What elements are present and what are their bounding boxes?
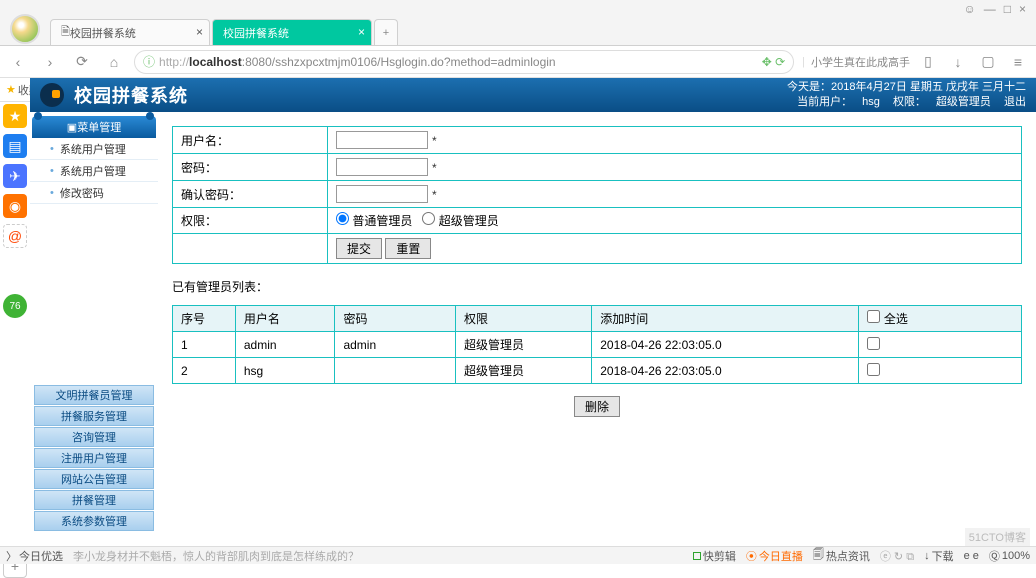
password-input[interactable] — [336, 158, 428, 176]
sidebar-item[interactable]: 拼餐服务管理 — [34, 406, 154, 426]
th-time: 添加时间 — [592, 306, 859, 332]
status-hot[interactable]: 李小龙身材并不魁梧，惊人的背部肌肉到底是怎样练成的？ — [73, 548, 359, 564]
url-text: http://localhost:8080/sshzxpcxtmjm0106/H… — [159, 55, 762, 69]
page-icon: 🗎 — [61, 23, 70, 42]
sidebar-item-users-2[interactable]: 系统用户管理 — [30, 160, 158, 182]
th-pass: 密码 — [335, 306, 456, 332]
pip-icon[interactable]: ▢ — [976, 50, 1000, 74]
delete-button[interactable]: 删除 — [574, 396, 620, 417]
avatar[interactable] — [10, 14, 40, 44]
password-label: 密码： — [173, 154, 328, 181]
username-input[interactable] — [336, 131, 428, 149]
ribbon-doc-icon[interactable]: ▤ — [3, 134, 27, 158]
sidebar-group2: 文明拼餐员管理 拼餐服务管理 咨询管理 注册用户管理 网站公告管理 拼餐管理 系… — [30, 384, 158, 532]
row-checkbox[interactable] — [867, 337, 880, 350]
form-table: 用户名： * 密码： * 确认密码： * 权限： 普通管理员 超级管理员 提交 — [172, 126, 1022, 264]
th-no: 序号 — [173, 306, 236, 332]
phone-icon[interactable]: ▯ — [916, 50, 940, 74]
sidebar-item-password[interactable]: 修改密码 — [30, 182, 158, 204]
menu-icon[interactable]: ≡ — [1006, 50, 1030, 74]
app-header: 校园拼餐系统 今天是：2018年4月27日 星期五 戊戌年 三月十二 当前用户：… — [30, 78, 1036, 112]
shield-icon[interactable]: ✥ ⟳ — [762, 55, 785, 69]
sidebar-item[interactable]: 咨询管理 — [34, 427, 154, 447]
admin-table: 序号 用户名 密码 权限 添加时间 全选 1 admin admin 超级管理员… — [172, 305, 1022, 384]
confirm-input[interactable] — [336, 185, 428, 203]
watermark: 51CTO博客 — [965, 528, 1030, 546]
sidebar-item-users[interactable]: 系统用户管理 — [30, 138, 158, 160]
required-star: * — [432, 161, 437, 175]
perm-super-radio[interactable]: 超级管理员 — [422, 214, 498, 228]
select-all-checkbox[interactable] — [867, 310, 880, 323]
search-hint[interactable]: 小学生真在此成高手 — [811, 54, 910, 70]
logout-link[interactable]: 退出 — [1004, 96, 1026, 108]
status-zoom[interactable]: Ⓠ 100% — [989, 548, 1030, 564]
th-all: 全选 — [859, 306, 1022, 332]
forward-button[interactable]: › — [38, 50, 62, 74]
close-icon[interactable]: × — [1019, 2, 1026, 16]
th-user: 用户名 — [235, 306, 335, 332]
sidebar-item[interactable]: 注册用户管理 — [34, 448, 154, 468]
status-item[interactable]: 🗐 热点资讯 — [813, 546, 870, 565]
sidebar-item[interactable]: 网站公告管理 — [34, 469, 154, 489]
window-controls: ☺ — □ × — [0, 0, 1036, 18]
status-item[interactable]: e e — [964, 550, 979, 562]
submit-button[interactable]: 提交 — [336, 238, 382, 259]
confirm-label: 确认密码： — [173, 181, 328, 208]
close-tab-icon[interactable]: × — [358, 25, 365, 39]
app-title: 校园拼餐系统 — [74, 82, 188, 108]
list-title: 已有管理员列表： — [172, 278, 1022, 295]
app: 校园拼餐系统 今天是：2018年4月27日 星期五 戊戌年 三月十二 当前用户：… — [30, 78, 1036, 546]
sidebar: ▣ 菜单管理 系统用户管理 系统用户管理 修改密码 文明拼餐员管理 拼餐服务管理… — [30, 112, 158, 546]
tab-active[interactable]: 校园拼餐系统 × — [212, 19, 372, 45]
required-star: * — [432, 188, 437, 202]
reset-button[interactable]: 重置 — [385, 238, 431, 259]
sidebar-header: ▣ 菜单管理 — [32, 116, 156, 138]
row-checkbox[interactable] — [867, 363, 880, 376]
sidebar-item[interactable]: 系统参数管理 — [34, 511, 154, 531]
username-label: 用户名： — [173, 127, 328, 154]
perm-label: 权限： — [173, 208, 328, 234]
url-bar[interactable]: ⓘ http://localhost:8080/sshzxpcxtmjm0106… — [134, 50, 794, 74]
download-icon[interactable]: ↓ — [946, 50, 970, 74]
status-bar: 〉今日优选 李小龙身材并不魁梧，惊人的背部肌肉到底是怎样练成的？ 快剪辑 ⦿ 今… — [0, 546, 1036, 564]
status-item[interactable]: 快剪辑 — [693, 548, 736, 564]
status-mute[interactable]: ⓔ ↻ ⧉ — [880, 548, 914, 564]
sidebar-item[interactable]: 拼餐管理 — [34, 490, 154, 510]
new-tab-button[interactable]: + — [374, 19, 398, 45]
app-logo-icon — [40, 83, 64, 107]
perm-normal-radio[interactable]: 普通管理员 — [336, 214, 412, 228]
ribbon-badge-icon[interactable]: 76 — [3, 294, 27, 318]
tab-title: 校园拼餐系统 — [223, 25, 289, 41]
maximize-icon[interactable]: □ — [1004, 2, 1011, 16]
tab-bar: 🗎 校园拼餐系统 × 校园拼餐系统 × + — [0, 18, 1036, 46]
table-row: 1 admin admin 超级管理员 2018-04-26 22:03:05.… — [173, 332, 1022, 358]
tab-title: 校园拼餐系统 — [70, 25, 136, 41]
home-button[interactable]: ⌂ — [102, 50, 126, 74]
side-ribbon: ★ ▤ ✈ ◉ @ 76 + — [0, 102, 30, 578]
required-star: * — [432, 134, 437, 148]
ribbon-share-icon[interactable]: ✈ — [3, 164, 27, 188]
th-perm: 权限 — [455, 306, 591, 332]
status-left[interactable]: 〉今日优选 — [6, 548, 63, 564]
status-item[interactable]: ↓ 下载 — [924, 548, 954, 564]
content: 用户名： * 密码： * 确认密码： * 权限： 普通管理员 超级管理员 提交 — [158, 112, 1036, 546]
nav-bar: ‹ › ⟳ ⌂ ⓘ http://localhost:8080/sshzxpcx… — [0, 46, 1036, 78]
date-line: 今天是：2018年4月27日 星期五 戊戌年 三月十二 — [787, 80, 1026, 95]
menu-icon: ▣ — [67, 121, 77, 134]
ribbon-star-icon[interactable]: ★ — [3, 104, 27, 128]
close-tab-icon[interactable]: × — [196, 25, 203, 39]
ribbon-at-icon[interactable]: @ — [3, 224, 27, 248]
feedback-icon[interactable]: ☺ — [963, 2, 975, 16]
sidebar-item[interactable]: 文明拼餐员管理 — [34, 385, 154, 405]
back-button[interactable]: ‹ — [6, 50, 30, 74]
reload-button[interactable]: ⟳ — [70, 50, 94, 74]
table-row: 2 hsg 超级管理员 2018-04-26 22:03:05.0 — [173, 358, 1022, 384]
lock-icon: ⓘ — [143, 53, 155, 70]
tab-inactive[interactable]: 🗎 校园拼餐系统 × — [50, 19, 210, 45]
minimize-icon[interactable]: — — [984, 2, 996, 16]
ribbon-weibo-icon[interactable]: ◉ — [3, 194, 27, 218]
status-item[interactable]: ⦿ 今日直播 — [746, 548, 803, 564]
app-meta: 今天是：2018年4月27日 星期五 戊戌年 三月十二 当前用户：hsg 权限：… — [787, 80, 1026, 111]
